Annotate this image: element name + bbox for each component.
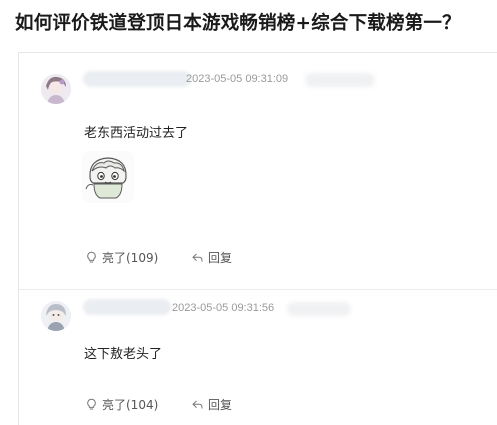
chibi-sticker-icon xyxy=(82,151,134,203)
comment-text: 老东西活动过去了 xyxy=(84,126,189,141)
location-redacted xyxy=(287,302,351,316)
lightbulb-icon xyxy=(85,251,98,264)
like-button[interactable]: 亮了(109) xyxy=(85,249,158,266)
lightbulb-icon xyxy=(85,398,98,411)
comment-timestamp: 2023-05-05 09:31:56 xyxy=(172,302,275,314)
avatar-image xyxy=(41,301,71,331)
reply-button[interactable]: 回复 xyxy=(191,396,232,413)
reply-arrow-icon xyxy=(191,398,204,411)
comment-divider xyxy=(19,289,497,290)
reply-button[interactable]: 回复 xyxy=(191,249,232,266)
like-button[interactable]: 亮了(104) xyxy=(85,396,158,413)
comment-item: 2023-05-05 09:31:56 这下敖老头了 亮了(104) 回复 xyxy=(19,293,497,425)
avatar[interactable] xyxy=(41,74,71,104)
location-redacted xyxy=(305,73,375,87)
username-redacted xyxy=(83,299,171,315)
like-count-label: 亮了(104) xyxy=(102,398,159,412)
page-header: 如何评价铁道登顶日本游戏畅销榜+综合下载榜第一？ xyxy=(0,0,497,48)
comment-item: 2023-05-05 09:31:09 老东西活动过去了 亮了(109) 回复 xyxy=(19,53,497,293)
reply-label: 回复 xyxy=(208,398,233,412)
comment-text: 这下敖老头了 xyxy=(84,347,163,362)
reply-label: 回复 xyxy=(208,251,233,265)
comment-timestamp: 2023-05-05 09:31:09 xyxy=(186,73,289,85)
page-title: 如何评价铁道登顶日本游戏畅销榜+综合下载榜第一？ xyxy=(15,13,461,34)
avatar-image xyxy=(41,74,71,104)
like-count-label: 亮了(109) xyxy=(102,251,159,265)
reply-arrow-icon xyxy=(191,251,204,264)
comment-thread: 2023-05-05 09:31:09 老东西活动过去了 亮了(109) 回复 … xyxy=(18,52,497,425)
avatar[interactable] xyxy=(41,301,71,331)
sticker-image[interactable] xyxy=(82,151,134,203)
username-redacted xyxy=(83,71,191,87)
